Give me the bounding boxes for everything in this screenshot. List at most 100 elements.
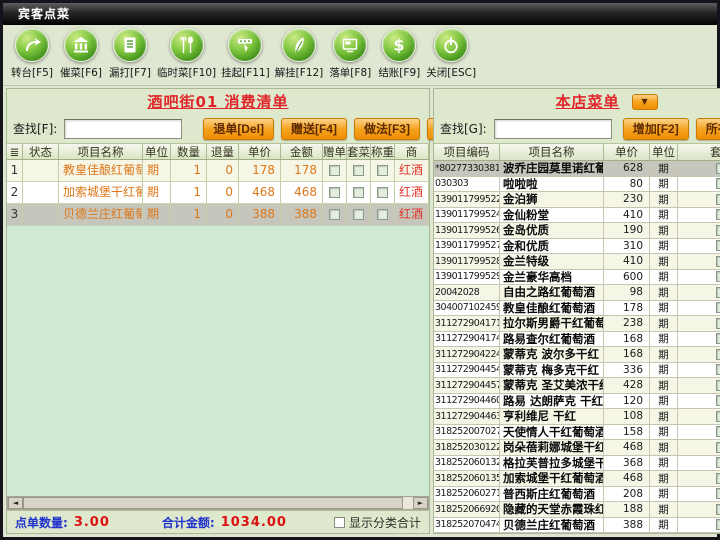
menu-row[interactable]: 3112729044603路易 达朗萨克 干红120期: [434, 394, 720, 410]
urge-dish-icon: [64, 28, 98, 62]
weigh-checkbox[interactable]: [377, 209, 388, 220]
item-code-cell: 3182520301229: [434, 440, 500, 455]
transfer-table-button[interactable]: 转台[F5]: [9, 28, 55, 80]
set-meal-checkbox[interactable]: [716, 395, 720, 406]
all-categories-button[interactable]: 所有菜类 ↓: [696, 118, 720, 140]
unit-cell: 期: [650, 409, 678, 424]
unit-cell: 期: [650, 177, 678, 192]
checkout-button[interactable]: $ 结账[F9]: [376, 28, 422, 80]
set-meal-checkbox[interactable]: [716, 256, 720, 267]
set-meal-checkbox[interactable]: [716, 411, 720, 422]
scroll-right-icon[interactable]: ►: [413, 497, 428, 509]
menu-row[interactable]: 3182520602715普西斯庄红葡萄酒208期: [434, 487, 720, 503]
set-meal-checkbox[interactable]: [716, 442, 720, 453]
gift-checkbox[interactable]: [329, 165, 340, 176]
order-row[interactable]: 2加索城堡干红葡萄酒期10468468红酒: [7, 182, 429, 204]
set-meal-checkbox[interactable]: [716, 488, 720, 499]
menu-row[interactable]: 3112729041718拉尔斯男爵干红葡萄238期: [434, 316, 720, 332]
menu-row[interactable]: 3112729041749路易查尔红葡萄酒168期: [434, 332, 720, 348]
gift-checkbox[interactable]: [329, 209, 340, 220]
order-total-value: 1034.00: [221, 515, 287, 530]
item-code-cell: 1390117995290: [434, 270, 500, 285]
set-meal-checkbox[interactable]: [716, 504, 720, 515]
gift-button[interactable]: 赠送[F4]: [281, 118, 347, 140]
missed-order-button[interactable]: 漏打[F7]: [107, 28, 153, 80]
menu-row[interactable]: 3182520601350加索城堡干红葡萄酒468期: [434, 471, 720, 487]
cooking-method-button[interactable]: 做法[F3]: [354, 118, 420, 140]
close-button[interactable]: 关闭[ESC]: [425, 28, 477, 80]
menu-row[interactable]: 3182520601329格拉芙普拉多城堡干368期: [434, 456, 720, 472]
set-meal-checkbox[interactable]: [353, 187, 364, 198]
scroll-left-icon[interactable]: ◄: [8, 497, 23, 509]
menu-row[interactable]: 3112729044634亨利维尼 干红108期: [434, 409, 720, 425]
order-horizontal-scrollbar[interactable]: ◄ ►: [7, 496, 429, 510]
menu-row[interactable]: 3182520070279天使情人干红葡萄酒158期: [434, 425, 720, 441]
weigh-checkbox[interactable]: [377, 187, 388, 198]
set-meal-checkbox[interactable]: [716, 194, 720, 205]
menu-row[interactable]: 3112729044542蒙蒂克 梅多克干红336期: [434, 363, 720, 379]
set-meal-checkbox[interactable]: [716, 302, 720, 313]
set-meal-checkbox[interactable]: [716, 225, 720, 236]
menu-dropdown-button[interactable]: ▼: [632, 94, 658, 110]
refund-button[interactable]: 退单[Del]: [203, 118, 274, 140]
set-meal-checkbox[interactable]: [716, 380, 720, 391]
item-code-cell: 3182520669206: [434, 502, 500, 517]
order-row[interactable]: 3贝德兰庄红葡萄酒期10388388红酒: [7, 204, 429, 226]
menu-row[interactable]: 3112729044573蒙蒂克 圣艾美浓干红428期: [434, 378, 720, 394]
set-meal-checkbox[interactable]: [716, 318, 720, 329]
show-category-subtotal-checkbox[interactable]: [334, 517, 345, 528]
set-meal-checkbox[interactable]: [716, 349, 720, 360]
menu-table-header: 项目编码项目名称单价单位套菜: [434, 144, 720, 161]
weigh-checkbox[interactable]: [377, 165, 388, 176]
gift-checkbox[interactable]: [329, 187, 340, 198]
menu-row[interactable]: 1390117995283金兰特级410期: [434, 254, 720, 270]
set-meal-checkbox[interactable]: [716, 209, 720, 220]
menu-search-input[interactable]: [494, 119, 612, 139]
set-meal-checkbox[interactable]: [716, 333, 720, 344]
set-meal-checkbox[interactable]: [716, 178, 720, 189]
order-column-header: 赠单: [323, 144, 347, 159]
menu-row[interactable]: 030303啦啦啦80期: [434, 177, 720, 193]
set-meal-checkbox[interactable]: [716, 473, 720, 484]
menu-row[interactable]: 3182520301229岗朵蓓莉娜城堡干红468期: [434, 440, 720, 456]
horizontal-scroll-thumb[interactable]: [23, 497, 403, 509]
place-order-button[interactable]: 落单[F8]: [327, 28, 373, 80]
menu-search-label: 查找[G]:: [440, 120, 487, 137]
temp-dish-button[interactable]: 临时菜[F10]: [156, 28, 217, 80]
urge-dish-button[interactable]: 催菜[F6]: [58, 28, 104, 80]
menu-row[interactable]: 1390117995245金仙粉堂410期: [434, 208, 720, 224]
refund-qty-cell: 0: [207, 160, 239, 181]
set-meal-checkbox[interactable]: [716, 364, 720, 375]
resume-button[interactable]: 解挂[F12]: [274, 28, 325, 80]
set-meal-checkbox[interactable]: [716, 426, 720, 437]
menu-controls: 查找[G]: 增加[F2] 所有菜类 ↓: [434, 114, 720, 143]
item-code-cell: 3182520704747: [434, 518, 500, 533]
unit-price-cell: 108: [604, 409, 650, 424]
set-meal-checkbox[interactable]: [716, 163, 720, 174]
menu-row[interactable]: 1390117995221金泊狮230期: [434, 192, 720, 208]
menu-row[interactable]: 3040071024595教皇佳酿红葡萄酒178期: [434, 301, 720, 317]
add-item-button[interactable]: 增加[F2]: [623, 118, 689, 140]
menu-row[interactable]: 20042028自由之路红葡萄酒98期: [434, 285, 720, 301]
menu-row[interactable]: *802773303811波乔庄园莫里诺红葡628期: [434, 161, 720, 177]
menu-row[interactable]: 3182520704747贝德兰庄红葡萄酒388期: [434, 518, 720, 534]
unit-cell: 期: [143, 204, 171, 225]
set-meal-checkbox[interactable]: [716, 457, 720, 468]
set-meal-checkbox[interactable]: [716, 519, 720, 530]
set-meal-checkbox[interactable]: [716, 271, 720, 282]
set-meal-checkbox[interactable]: [716, 240, 720, 251]
set-meal-checkbox[interactable]: [353, 165, 364, 176]
item-name-cell: 蒙蒂克 波尔多干红: [500, 347, 604, 362]
suspend-button[interactable]: 挂起[F11]: [220, 28, 271, 80]
menu-row[interactable]: 3112729042241蒙蒂克 波尔多干红168期: [434, 347, 720, 363]
menu-row[interactable]: 3182520669206隐藏的天堂赤霞珠红188期: [434, 502, 720, 518]
set-meal-checkbox[interactable]: [716, 287, 720, 298]
menu-row[interactable]: 1390117995269金岛优质190期: [434, 223, 720, 239]
order-row[interactable]: 1教皇佳酿红葡萄酒期10178178红酒: [7, 160, 429, 182]
menu-row[interactable]: 1390117995290金兰豪华高档600期: [434, 270, 720, 286]
set-meal-checkbox[interactable]: [353, 209, 364, 220]
order-table-body: 1教皇佳酿红葡萄酒期10178178红酒2加索城堡干红葡萄酒期10468468红…: [7, 160, 429, 226]
menu-row[interactable]: 1390117995276金和优质310期: [434, 239, 720, 255]
item-code-cell: *802773303811: [434, 161, 500, 176]
order-search-input[interactable]: [64, 119, 182, 139]
